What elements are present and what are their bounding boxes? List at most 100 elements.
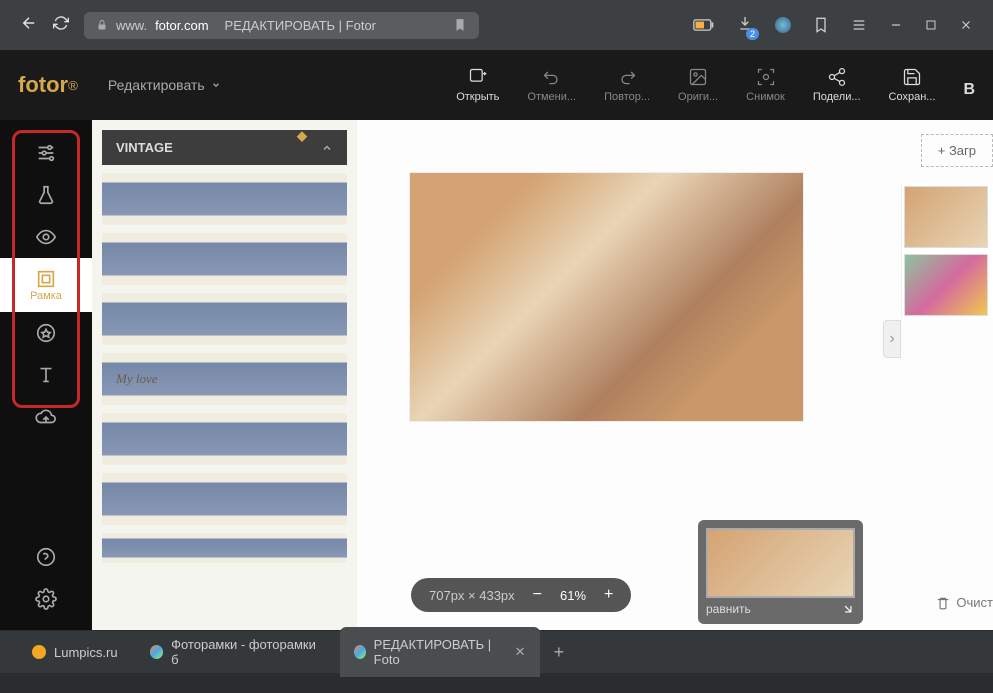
thumbnail[interactable] xyxy=(904,254,988,316)
tab-close-icon[interactable]: ✕ xyxy=(515,644,526,660)
panel-header[interactable]: VINTAGE ◆ xyxy=(102,130,347,165)
frame-nav[interactable]: Рамка xyxy=(0,258,92,312)
cloud-nav[interactable] xyxy=(0,396,92,438)
browser-tabbar: Lumpics.ru Фоторамки - фоторамки б РЕДАК… xyxy=(0,631,993,673)
tab-label: Lumpics.ru xyxy=(54,645,118,660)
side-navigation: Рамка xyxy=(0,120,92,630)
logo: fotor xyxy=(18,72,68,98)
cloud-up-icon xyxy=(35,406,57,428)
downloads-button[interactable] xyxy=(737,15,753,36)
share-icon xyxy=(827,67,847,87)
undo-icon xyxy=(542,67,562,87)
favicon-icon xyxy=(150,645,164,659)
image-icon xyxy=(688,67,708,87)
collapse-icon[interactable] xyxy=(841,602,855,616)
bookmarks-icon[interactable] xyxy=(813,17,829,33)
adjust-nav[interactable] xyxy=(0,132,92,174)
frames-panel: VINTAGE ◆ My love xyxy=(92,120,357,630)
edit-dropdown[interactable]: Редактировать xyxy=(108,77,221,93)
frame-preset[interactable] xyxy=(102,473,347,525)
open-button[interactable]: Открыть xyxy=(456,67,499,103)
undo-button[interactable]: Отмени... xyxy=(527,67,576,103)
new-tab-button[interactable]: + xyxy=(544,642,575,663)
focus-icon xyxy=(756,67,776,87)
canvas-dimensions: 707px × 433px xyxy=(429,588,515,603)
favicon-icon xyxy=(354,645,366,659)
close-icon[interactable] xyxy=(959,18,973,32)
chevron-down-icon xyxy=(211,80,221,90)
snapshot-button[interactable]: Снимок xyxy=(746,67,785,103)
zoom-level: 61% xyxy=(560,588,586,603)
more-button[interactable]: B xyxy=(963,67,975,103)
minimize-icon[interactable] xyxy=(889,18,903,32)
page-title: РЕДАКТИРОВАТЬ | Fotor xyxy=(225,18,376,33)
app-toolbar: fotor® Редактировать Открыть Отмени... П… xyxy=(0,50,993,120)
navigator-panel[interactable]: равнить xyxy=(698,520,863,624)
frame-label: My love xyxy=(116,371,158,387)
navigator-thumbnail[interactable] xyxy=(706,528,855,598)
image-plus-icon xyxy=(468,67,488,87)
tab-label: РЕДАКТИРОВАТЬ | Foto xyxy=(374,637,501,667)
titlebar-actions xyxy=(693,15,973,36)
canvas-area: + Загр › 707px × 433px − 61% + равнить О… xyxy=(357,120,993,630)
expand-thumbnails[interactable]: › xyxy=(883,320,901,358)
frame-icon xyxy=(35,268,57,290)
flask-icon xyxy=(35,184,57,206)
tab-label: Фоторамки - фоторамки б xyxy=(171,637,321,667)
upload-button[interactable]: + Загр xyxy=(921,134,993,167)
frame-preset[interactable] xyxy=(102,173,347,225)
menu-icon[interactable] xyxy=(851,17,867,33)
favicon-icon xyxy=(32,645,46,659)
effect-nav[interactable] xyxy=(0,174,92,216)
beauty-nav[interactable] xyxy=(0,216,92,258)
maximize-icon[interactable] xyxy=(925,19,937,31)
lock-icon xyxy=(96,19,108,31)
thumbnail[interactable] xyxy=(904,186,988,248)
help-icon xyxy=(35,546,57,568)
redo-button[interactable]: Повтор... xyxy=(604,67,650,103)
frame-preset[interactable] xyxy=(102,533,347,563)
sliders-icon xyxy=(35,142,57,164)
thumbnail-strip xyxy=(901,184,993,318)
panel-header-label: VINTAGE xyxy=(116,140,173,155)
zoom-out-button[interactable]: − xyxy=(533,586,542,604)
frame-preset[interactable]: My love xyxy=(102,353,347,405)
text-nav[interactable] xyxy=(0,354,92,396)
browser-tab[interactable]: Lumpics.ru xyxy=(18,635,132,670)
bookmark-icon[interactable] xyxy=(453,18,467,32)
clear-button[interactable]: Очист xyxy=(936,595,993,610)
main-area: Рамка VINTAGE ◆ My love + Загр › xyxy=(0,120,993,630)
frame-nav-label: Рамка xyxy=(30,290,62,302)
browser-tab[interactable]: Фоторамки - фоторамки б xyxy=(136,627,336,677)
back-button[interactable] xyxy=(20,14,38,37)
frame-preset[interactable] xyxy=(102,413,347,465)
save-icon xyxy=(902,67,922,87)
browser-tab[interactable]: РЕДАКТИРОВАТЬ | Foto ✕ xyxy=(340,627,540,677)
text-icon xyxy=(35,364,57,386)
frame-preset[interactable] xyxy=(102,293,347,345)
sticker-nav[interactable] xyxy=(0,312,92,354)
browser-titlebar: www. fotor.com РЕДАКТИРОВАТЬ | Fotor xyxy=(0,0,993,50)
extension-icon[interactable] xyxy=(775,17,791,33)
premium-badge-icon: ◆ xyxy=(297,128,307,144)
redo-icon xyxy=(617,67,637,87)
help-nav[interactable] xyxy=(0,536,92,578)
url-host: fotor.com xyxy=(155,18,208,33)
zoom-in-button[interactable]: + xyxy=(604,586,613,604)
canvas-image[interactable] xyxy=(409,172,804,422)
share-button[interactable]: Подели... xyxy=(813,67,861,103)
frame-preset[interactable] xyxy=(102,233,347,285)
zoom-bar: 707px × 433px − 61% + xyxy=(411,578,631,612)
trash-icon xyxy=(936,596,950,610)
url-bar[interactable]: www. fotor.com РЕДАКТИРОВАТЬ | Fotor xyxy=(84,12,479,39)
gear-icon xyxy=(35,588,57,610)
original-button[interactable]: Ориги... xyxy=(678,67,718,103)
reload-button[interactable] xyxy=(53,15,69,36)
url-prefix: www. xyxy=(116,18,147,33)
battery-icon xyxy=(693,18,715,32)
compare-label: равнить xyxy=(706,602,751,616)
chevron-up-icon xyxy=(321,142,333,154)
save-button[interactable]: Сохран... xyxy=(889,67,936,103)
settings-nav[interactable] xyxy=(0,578,92,620)
edit-dropdown-label: Редактировать xyxy=(108,77,205,93)
